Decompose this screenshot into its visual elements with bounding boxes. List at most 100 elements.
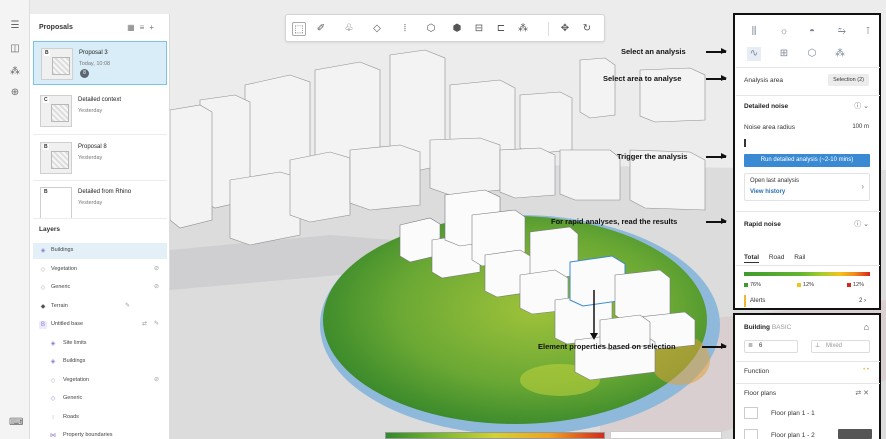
- annotation-arrow: [706, 218, 727, 224]
- road-tool-icon[interactable]: ⦙: [398, 22, 412, 36]
- radius-value: 100 m: [852, 124, 869, 130]
- help-icon[interactable]: ⓘ ⌄: [854, 101, 869, 111]
- use-field[interactable]: ⊥ Mixed: [811, 340, 870, 353]
- annotation-select-analysis: Select an analysis: [621, 47, 686, 56]
- floors-field[interactable]: ≣ 6: [744, 340, 798, 353]
- edit-icon[interactable]: ✎: [125, 302, 130, 309]
- visibility-off-icon[interactable]: ⊘: [154, 265, 159, 272]
- swap-icon[interactable]: ⇄: [142, 320, 147, 327]
- radius-slider[interactable]: [744, 139, 870, 147]
- tab-road[interactable]: Road: [769, 254, 785, 261]
- move-tool-icon[interactable]: ✥: [558, 22, 572, 36]
- annotation-arrow: [706, 153, 727, 159]
- floor-plan-actions[interactable]: ⇄ ✕: [855, 389, 869, 397]
- shape-icon: ◇: [50, 396, 56, 402]
- rapid-noise-title: Rapid noise: [744, 221, 781, 228]
- annotation-arrow: [706, 75, 727, 81]
- floor-plan-item[interactable]: Floor plan 1 - 1: [771, 410, 815, 417]
- analysis-area-select[interactable]: Selection (2): [828, 74, 869, 86]
- plus-icon[interactable]: +: [149, 23, 159, 32]
- floor-plans-title: Floor plans: [744, 390, 777, 397]
- layer-row[interactable]: ◈ Site limits: [33, 336, 167, 352]
- noise-icon[interactable]: ∿: [747, 47, 761, 61]
- tree-tool-icon[interactable]: ♧: [342, 22, 356, 36]
- layer-row[interactable]: ◈ Buildings: [33, 354, 167, 370]
- wind-icon[interactable]: ⥲: [835, 25, 849, 39]
- layer-row[interactable]: ◇ Vegetation ⊘: [33, 373, 167, 389]
- chevron-right-icon: ›: [861, 182, 864, 191]
- proposal-card[interactable]: B Proposal 8 Yesterday: [33, 136, 167, 180]
- box-tool-icon[interactable]: ⬢: [450, 22, 464, 36]
- menu-icon[interactable]: ☰: [9, 20, 21, 32]
- layer-row[interactable]: ◇ Generic: [33, 391, 167, 407]
- tab-rail[interactable]: Rail: [794, 254, 805, 261]
- rotate-tool-icon[interactable]: ↻: [580, 22, 594, 36]
- legend-value: 76%: [750, 282, 762, 288]
- layer-label: Roads: [63, 414, 79, 420]
- floor-plan-item[interactable]: Floor plan 1 - 2: [771, 432, 815, 439]
- sliders-icon[interactable]: ≡: [140, 23, 150, 32]
- proposal-date: Yesterday: [78, 200, 103, 206]
- tab-total[interactable]: Total: [744, 254, 760, 263]
- help-icon[interactable]: ⓘ ⌄: [854, 219, 869, 229]
- building-type: BASIC: [771, 324, 792, 331]
- alerts-count: 2 ›: [858, 298, 866, 304]
- keyboard-icon[interactable]: ⌨: [9, 417, 23, 429]
- select-tool-icon[interactable]: ⬚: [292, 22, 306, 36]
- layer-row[interactable]: ◇ Generic ⊘: [33, 280, 167, 296]
- components-icon[interactable]: ⁂: [833, 47, 847, 61]
- sun-icon[interactable]: ☼: [777, 25, 791, 39]
- building-tool-icon[interactable]: ⬡: [424, 22, 438, 36]
- building-title: Building BASIC: [744, 324, 792, 331]
- layer-label: Vegetation: [51, 266, 77, 272]
- layer-label: Vegetation: [63, 377, 89, 383]
- proposal-thumbnail: C: [40, 95, 72, 127]
- visibility-off-icon[interactable]: ⊘: [154, 376, 159, 383]
- history-box[interactable]: Open last analysis View history ›: [744, 173, 870, 201]
- layout-icon[interactable]: ◫: [9, 43, 21, 55]
- boundary-icon: ⋈: [50, 433, 56, 439]
- view-history-link[interactable]: View history: [750, 189, 785, 195]
- layer-row[interactable]: B Untitled base ⇄ ✎: [33, 317, 167, 333]
- building-panel: Building BASIC ⌂ ≣ 6 ⊥ Mixed Function • • …: [733, 313, 881, 439]
- terrain-tool-icon[interactable]: ◇: [370, 22, 384, 36]
- layer-row[interactable]: ⋈ Property boundaries: [33, 428, 167, 439]
- microclimate-icon[interactable]: ⬡: [805, 47, 819, 61]
- help-button[interactable]: [838, 429, 872, 439]
- tag-tool-icon[interactable]: ⊏: [494, 22, 508, 36]
- proposal-card[interactable]: C Detailed context Yesterday: [33, 89, 167, 133]
- alerts-row[interactable]: Alerts 2 ›: [744, 295, 870, 307]
- proposals-panel: Proposals ▦≡+ B Proposal 3 Today, 10:08 …: [30, 14, 170, 439]
- function-indicator-icon: • •: [863, 367, 869, 373]
- layer-row[interactable]: ⦙ Roads: [33, 410, 167, 426]
- chart-analysis-icon[interactable]: ⫼: [747, 25, 761, 39]
- layer-row[interactable]: ◆ Terrain ✎: [33, 299, 167, 315]
- visibility-off-icon[interactable]: ⊘: [154, 283, 159, 290]
- layer-row[interactable]: ◈ Buildings: [33, 243, 167, 259]
- solar-icon[interactable]: ⊞: [777, 47, 791, 61]
- globe-icon[interactable]: ⊕: [9, 87, 21, 99]
- legend-high: 12%: [847, 282, 864, 288]
- annotation-arrow: [706, 48, 727, 54]
- proposal-thumbnail: B: [41, 48, 73, 80]
- mini-toolbar[interactable]: [610, 431, 722, 439]
- legend-swatch: [847, 282, 851, 287]
- road-icon: ⦙: [52, 415, 54, 421]
- cube-icon: ◈: [50, 359, 56, 365]
- thermometer-icon[interactable]: ⊺: [861, 25, 875, 39]
- run-analysis-button[interactable]: Run detailed analysis (~2-10 mins): [744, 154, 870, 167]
- proposal-letter: C: [43, 97, 49, 103]
- proposal-card[interactable]: B Proposal 3 Today, 10:08 8: [33, 41, 167, 85]
- grid-icon[interactable]: ▦: [127, 23, 140, 32]
- proposal-name: Detailed context: [78, 97, 122, 103]
- components-icon[interactable]: ⁂: [9, 66, 21, 78]
- proposal-letter: B: [43, 189, 49, 195]
- measure-tool-icon[interactable]: ⊟: [472, 22, 486, 36]
- draw-tool-icon[interactable]: ✐: [314, 22, 328, 36]
- floor-plan-thumbnail: [744, 407, 758, 419]
- daylight-icon[interactable]: ◓: [805, 25, 819, 39]
- components-tool-icon[interactable]: ⁂: [516, 22, 530, 36]
- edit-icon[interactable]: ✎: [154, 320, 159, 327]
- legend-swatch: [797, 282, 801, 287]
- layer-row[interactable]: ◇ Vegetation ⊘: [33, 262, 167, 278]
